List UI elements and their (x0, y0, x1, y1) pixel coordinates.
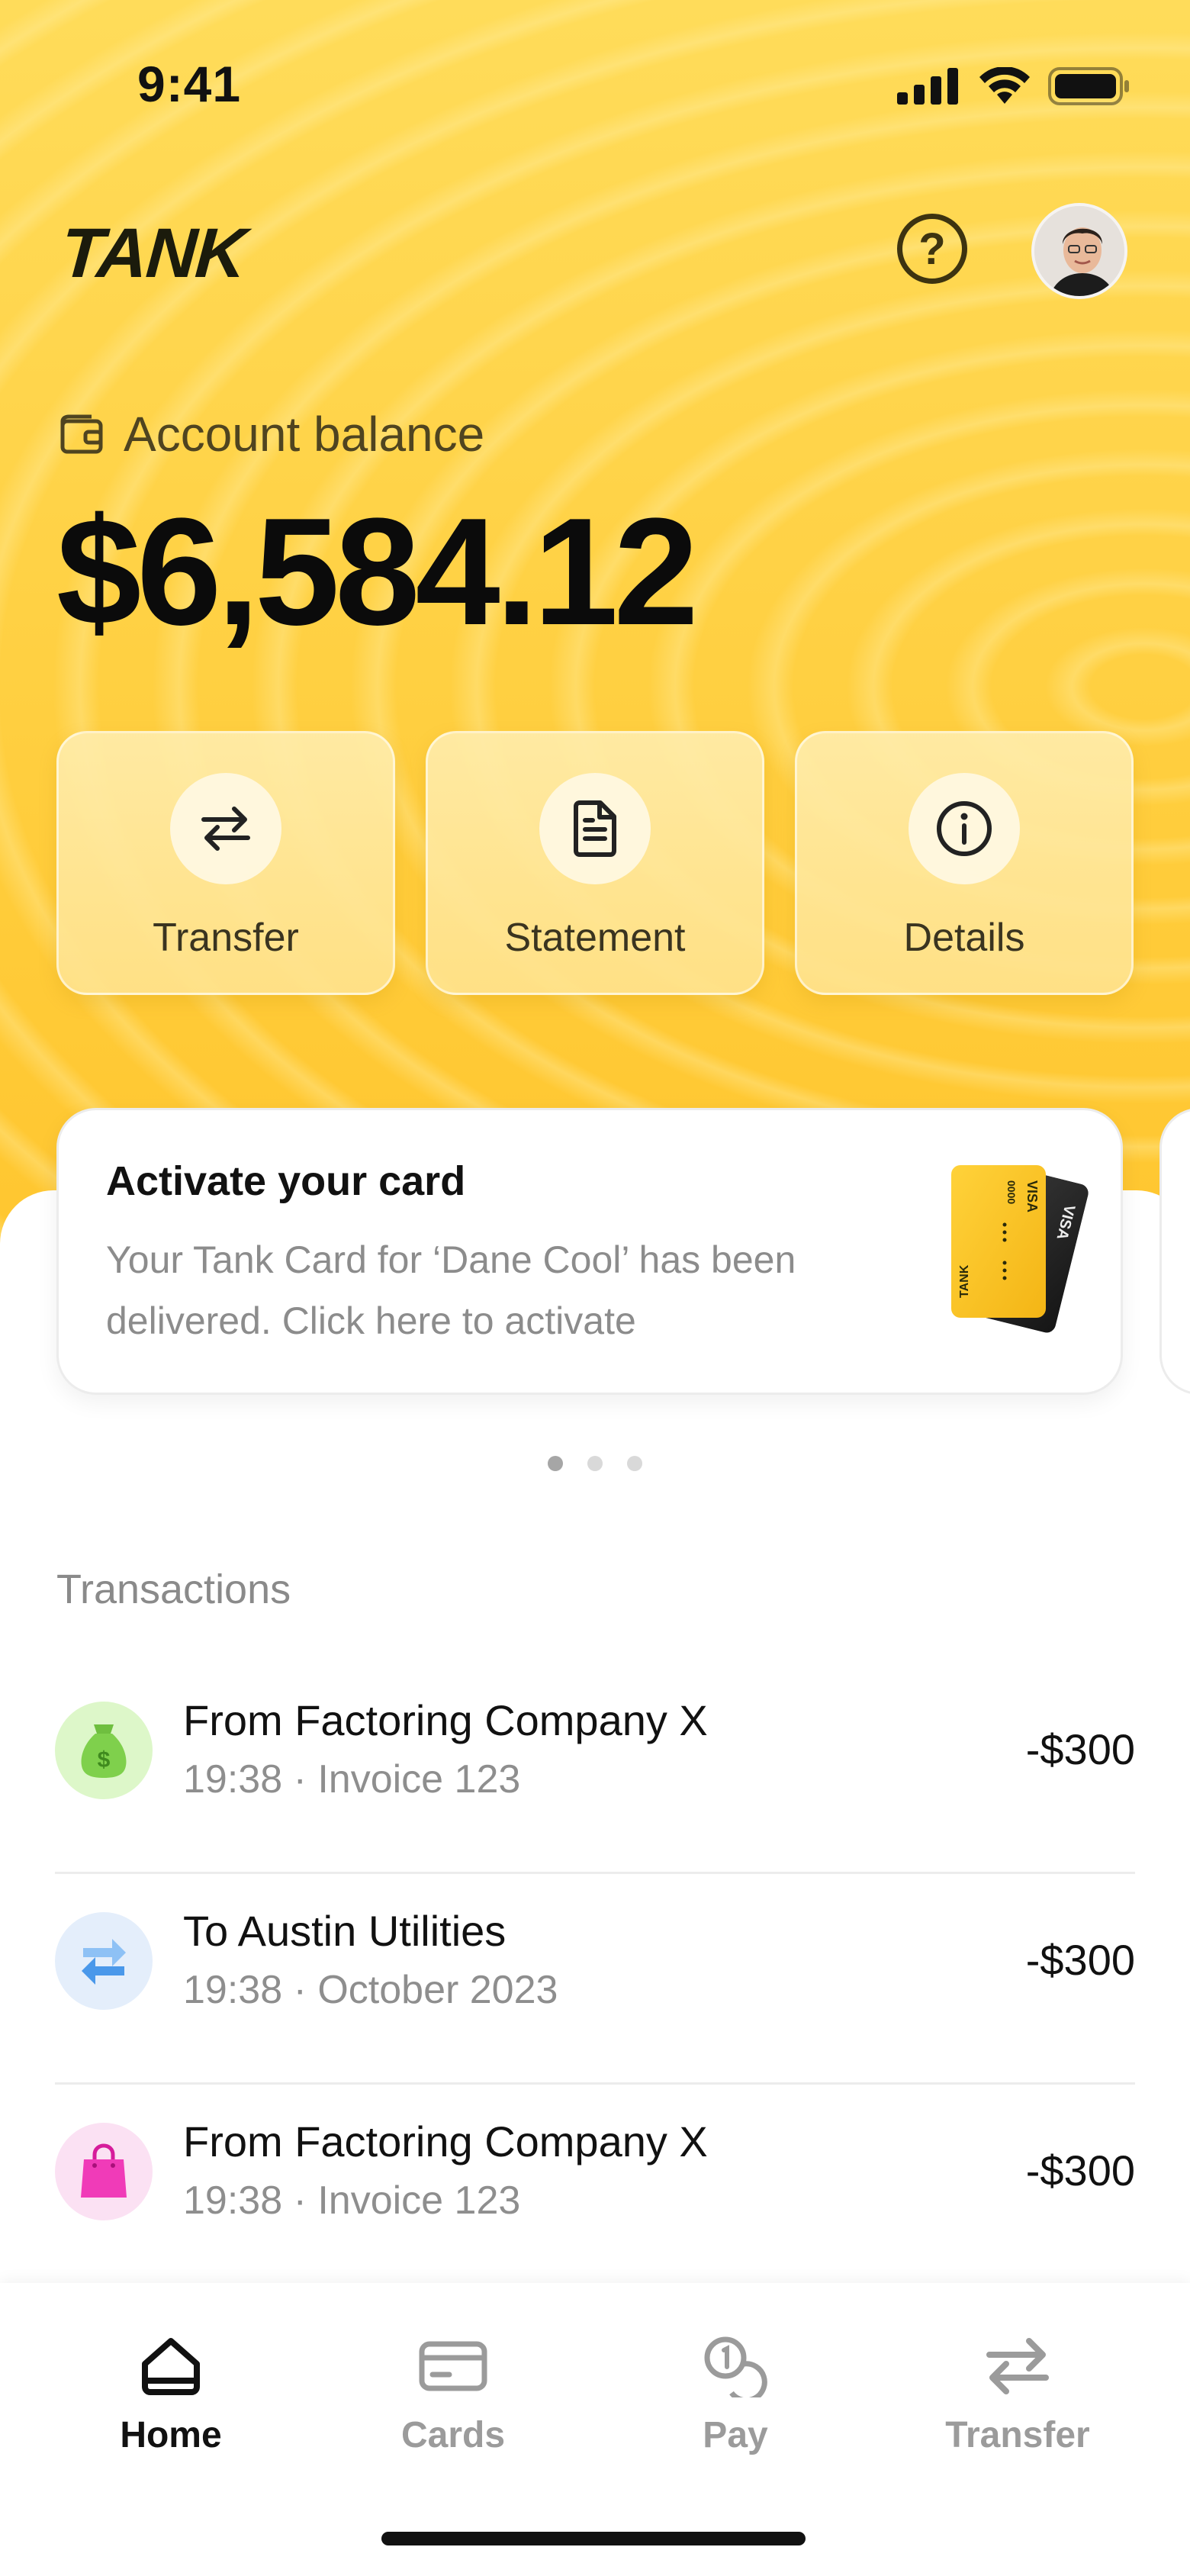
home-screen: 9:41 TANK ? Account balance $6,584.12 Tr… (0, 0, 1190, 2576)
promo-title: Activate your card (106, 1158, 466, 1204)
help-button[interactable]: ? (897, 214, 967, 284)
arrows-swap-icon (986, 2338, 1049, 2394)
tab-cards-label: Cards (400, 2415, 506, 2455)
tab-home-label: Home (120, 2415, 222, 2455)
signal-icon (897, 68, 958, 105)
banner-pagination (548, 1456, 642, 1471)
tab-pay-label: Pay (703, 2415, 768, 2455)
cards-illustration: VISA TANK VISA 0000 (951, 1165, 1089, 1333)
statement-action-button[interactable]: Statement (426, 731, 764, 995)
balance-amount: $6,584.12 (56, 487, 699, 657)
document-icon (539, 773, 651, 884)
details-action-button[interactable]: Details (795, 731, 1134, 995)
transaction-subtitle: 19:38 · Invoice 123 (183, 2178, 521, 2223)
transfer-action-button[interactable]: Transfer (56, 731, 395, 995)
yellow-card-logo: TANK (958, 1264, 971, 1298)
transaction-title: From Factoring Company X (183, 2117, 708, 2165)
promo-text: Your Tank Card for ‘Dane Cool’ has been … (106, 1238, 796, 1342)
transaction-amount: -$300 (1025, 1725, 1135, 1773)
transaction-row[interactable]: From Factoring Company X 19:38 · Invoice… (55, 2085, 1135, 2295)
tab-transfer[interactable]: Transfer (903, 2333, 1132, 2456)
tab-cards[interactable]: Cards (339, 2333, 568, 2456)
info-circle-icon (909, 773, 1020, 884)
card-icon (419, 2341, 487, 2391)
pagination-dot[interactable] (627, 1456, 642, 1471)
details-action-label: Details (903, 916, 1025, 960)
wifi-icon (979, 67, 1030, 104)
pagination-dot[interactable] (587, 1456, 603, 1471)
transactions-heading: Transactions (56, 1567, 291, 1612)
pagination-dot[interactable] (548, 1456, 563, 1471)
status-icons (897, 67, 1130, 105)
money-bag-icon: $ (55, 1702, 153, 1799)
wallet-icon (60, 414, 103, 454)
transaction-row[interactable]: To Austin Utilities 19:38 · October 2023… (55, 1874, 1135, 2085)
question-circle-icon: ? (918, 224, 946, 274)
transaction-subtitle: 19:38 · October 2023 (183, 1968, 558, 2012)
transfer-action-label: Transfer (153, 916, 299, 960)
yellow-card-brand: VISA (1024, 1180, 1040, 1212)
balance-label-row: Account balance (60, 406, 484, 462)
transaction-subtitle: 19:38 · Invoice 123 (183, 1757, 521, 1802)
transfer-arrows-icon (55, 1912, 153, 2010)
transaction-title: To Austin Utilities (183, 1907, 507, 1955)
avatar[interactable] (1031, 203, 1127, 299)
arrows-swap-icon (170, 773, 281, 884)
status-time: 9:41 (137, 56, 242, 112)
next-banner-peek[interactable] (1159, 1108, 1190, 1395)
tab-transfer-label: Transfer (945, 2415, 1090, 2455)
quick-actions: Transfer Statement Details (56, 731, 1134, 995)
transaction-title: From Factoring Company X (183, 1696, 708, 1744)
svg-text:$: $ (98, 1747, 111, 1773)
shopping-bag-icon (55, 2123, 153, 2220)
coins-icon (704, 2336, 767, 2397)
home-indicator[interactable] (381, 2532, 806, 2545)
balance-label: Account balance (124, 407, 485, 462)
battery-icon (1048, 67, 1129, 105)
transaction-amount: -$300 (1025, 2146, 1135, 2194)
activate-card-banner[interactable]: Activate your card Your Tank Card for ‘D… (56, 1108, 1123, 1395)
transaction-row[interactable]: $ From Factoring Company X 19:38 · Invoi… (55, 1663, 1135, 1874)
brand-logo: TANK (58, 214, 248, 292)
tab-pay[interactable]: Pay (621, 2333, 850, 2456)
yellow-card-digits: 0000 (1005, 1180, 1018, 1204)
transactions-list: $ From Factoring Company X 19:38 · Invoi… (55, 1663, 1135, 2295)
tab-home[interactable]: Home (56, 2333, 285, 2456)
home-icon (142, 2338, 200, 2395)
statement-action-label: Statement (504, 916, 686, 960)
transaction-amount: -$300 (1025, 1936, 1135, 1984)
